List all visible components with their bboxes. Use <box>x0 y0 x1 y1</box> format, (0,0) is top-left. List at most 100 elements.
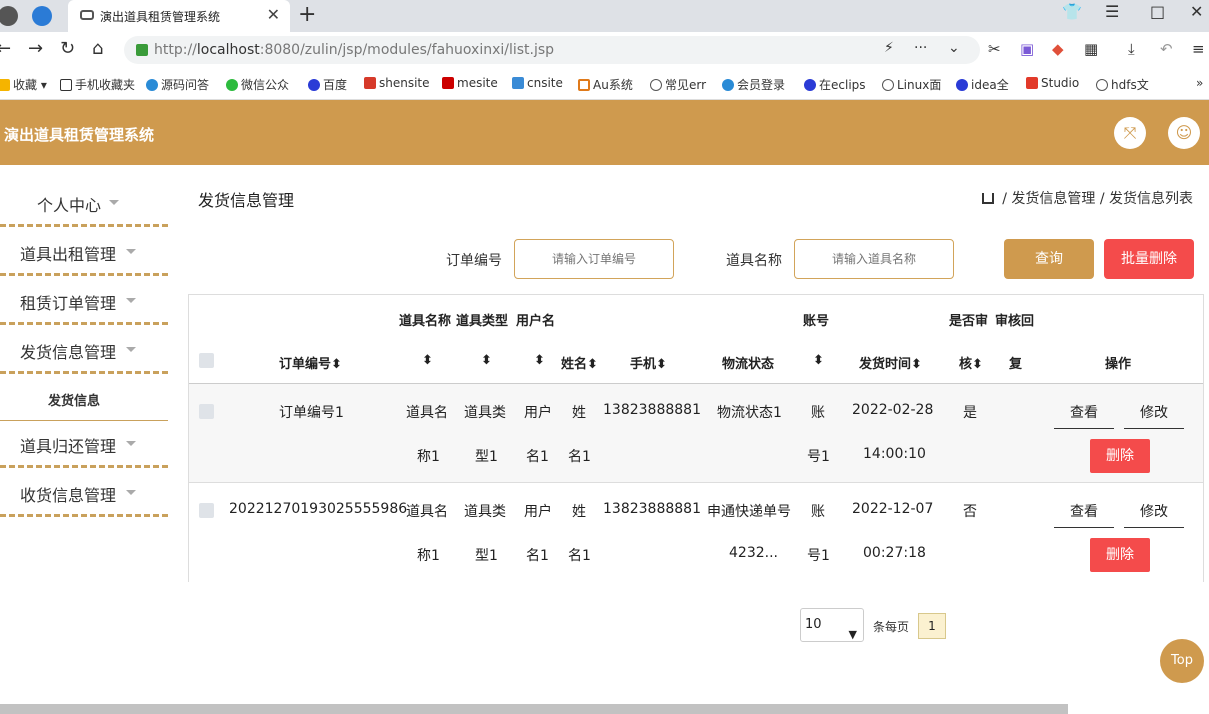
breadcrumb-item[interactable]: 发货信息管理 <box>1011 191 1095 207</box>
header-order-number[interactable]: 订单编号⬍ <box>279 353 342 372</box>
order-number-input[interactable] <box>514 239 674 279</box>
prop-name-input[interactable] <box>794 239 954 279</box>
user-avatar-icon[interactable]: ☺ <box>1168 117 1200 149</box>
bookmark-7[interactable]: cnsite <box>512 76 563 90</box>
more-bookmarks-icon[interactable]: » <box>1196 76 1203 90</box>
sidebar-item-receipt-info[interactable]: 收货信息管理 <box>0 468 168 517</box>
caret-down-icon <box>126 347 136 352</box>
horizontal-scrollbar[interactable] <box>0 704 1068 714</box>
header-is-audit[interactable]: 是否审 <box>949 310 988 329</box>
bookmark-11[interactable]: 在eclips <box>804 76 866 93</box>
url-path: :8080/zulin/jsp/modules/fahuoxinxi/list.… <box>259 42 555 58</box>
edit-button[interactable]: 修改 <box>1124 397 1184 429</box>
bookmark-0[interactable]: 收藏 ▾ <box>0 76 47 93</box>
bookmark-8[interactable]: Au系统 <box>578 76 633 93</box>
bookmark-13[interactable]: idea全 <box>956 76 1009 93</box>
more-icon[interactable]: ··· <box>914 40 927 56</box>
bookmark-12[interactable]: Linux面 <box>882 76 941 93</box>
batch-delete-button[interactable]: 批量删除 <box>1104 239 1194 279</box>
tab-close-icon[interactable]: ✕ <box>267 5 280 24</box>
url-field[interactable]: http://localhost:8080/zulin/jsp/modules/… <box>124 36 980 64</box>
telegram-icon[interactable] <box>32 6 52 26</box>
cell-user: 用户 <box>524 504 552 520</box>
delete-button[interactable]: 删除 <box>1090 538 1150 572</box>
header-name[interactable]: 姓名⬍ <box>561 353 598 372</box>
bookmark-1[interactable]: 手机收藏夹 <box>60 76 135 93</box>
header-phone[interactable]: 手机⬍ <box>630 353 667 372</box>
download-icon[interactable]: ⤓ <box>1128 40 1135 58</box>
bookmark-6[interactable]: mesite <box>442 76 498 90</box>
row-checkbox[interactable] <box>199 404 214 419</box>
select-all-checkbox[interactable] <box>199 353 214 368</box>
sidebar-subitem-shipping-info[interactable]: 发货信息 <box>0 376 168 421</box>
sort-icon[interactable]: ⬍ <box>481 353 492 368</box>
order-number-label: 订单编号 <box>446 253 502 269</box>
forward-icon[interactable]: → <box>28 38 43 59</box>
header-prop-name[interactable]: 道具名称 <box>399 310 451 329</box>
header-reply[interactable]: 复 <box>1009 353 1022 372</box>
apps-icon[interactable]: ▦ <box>1084 40 1098 58</box>
sidebar-item-personal-center[interactable]: 个人中心 <box>0 178 168 227</box>
sort-icon[interactable]: ⬍ <box>422 353 433 368</box>
browser-menu-icon[interactable]: ≡ <box>1192 40 1205 58</box>
window-close-icon[interactable]: ✕ <box>1190 2 1203 21</box>
bookmark-15[interactable]: hdfs文 <box>1096 76 1149 93</box>
caret-down-icon <box>109 200 119 205</box>
view-button[interactable]: 查看 <box>1054 496 1114 528</box>
bookmark-5[interactable]: shensite <box>364 76 430 90</box>
sidebar-item-label: 发货信息管理 <box>20 343 117 362</box>
caret-down-icon <box>126 490 136 495</box>
window-maximize-icon[interactable]: □ <box>1150 2 1165 21</box>
view-button[interactable]: 查看 <box>1054 397 1114 429</box>
sort-icon[interactable]: ⬍ <box>534 353 545 368</box>
globe-icon <box>882 79 894 91</box>
cell-name: 姓 <box>572 504 586 520</box>
header-audit-reply[interactable]: 审核回 <box>995 310 1034 329</box>
edit-button[interactable]: 修改 <box>1124 496 1184 528</box>
header-audit[interactable]: 核⬍ <box>959 353 983 372</box>
chevron-down-icon[interactable]: ⌄ <box>948 40 960 56</box>
query-button[interactable]: 查询 <box>1004 239 1094 279</box>
flash-icon[interactable]: ⚡ <box>884 40 894 56</box>
bookmark-9[interactable]: 常见err <box>650 76 706 93</box>
browser-tab-active[interactable]: 演出道具租赁管理系统 ✕ <box>68 0 290 32</box>
sidebar-item-prop-return[interactable]: 道具归还管理 <box>0 419 168 468</box>
delete-button[interactable]: 删除 <box>1090 439 1150 473</box>
fullscreen-icon[interactable]: ⤧ <box>1114 117 1146 149</box>
browser-profile-icon[interactable] <box>0 6 18 26</box>
header-username[interactable]: 用户名 <box>516 310 555 329</box>
shipping-table: 道具名称 道具类型 用户名 账号 是否审 审核回 订单编号⬍ ⬍ ⬍ ⬍ 姓名⬍… <box>188 294 1204 582</box>
header-account[interactable]: 账号 <box>803 310 829 329</box>
translate-icon[interactable]: ▣ <box>1020 40 1034 58</box>
reload-icon[interactable]: ↻ <box>60 38 75 59</box>
sidebar-item-label: 道具出租管理 <box>20 245 117 264</box>
undo-icon[interactable]: ↶ <box>1160 40 1173 58</box>
bookmark-4[interactable]: 百度 <box>308 76 347 93</box>
header-logistics[interactable]: 物流状态 <box>722 353 774 372</box>
sidebar-item-shipping-info[interactable]: 发货信息管理 <box>0 325 168 374</box>
sidebar-item-rental-orders[interactable]: 租赁订单管理 <box>0 276 168 325</box>
bookmark-2[interactable]: 源码问答 <box>146 76 209 93</box>
back-icon[interactable]: ← <box>0 38 11 59</box>
header-ship-time[interactable]: 发货时间⬍ <box>859 353 922 372</box>
sidebar-item-prop-rental[interactable]: 道具出租管理 <box>0 227 168 276</box>
home-icon[interactable] <box>981 193 994 204</box>
window-menu-icon[interactable]: ☰ <box>1105 2 1119 21</box>
game-icon[interactable]: ◆ <box>1052 40 1064 58</box>
bookmark-10[interactable]: 会员登录 <box>722 76 785 93</box>
shirt-icon[interactable]: 👕 <box>1062 2 1082 21</box>
bookmark-14[interactable]: Studio <box>1026 76 1079 90</box>
home-icon[interactable]: ⌂ <box>92 38 103 59</box>
cell-logistics: 申通快递单号 <box>707 504 791 520</box>
page-number-button[interactable]: 1 <box>918 613 946 639</box>
back-to-top-button[interactable]: Top <box>1160 639 1204 683</box>
page-size-select[interactable]: 10 ▼ <box>800 608 864 642</box>
star-icon <box>0 79 10 91</box>
bookmark-3[interactable]: 微信公众 <box>226 76 289 93</box>
new-tab-icon[interactable]: + <box>298 2 316 27</box>
header-prop-type[interactable]: 道具类型 <box>456 310 508 329</box>
sort-icon[interactable]: ⬍ <box>813 353 824 368</box>
row-checkbox[interactable] <box>199 503 214 518</box>
cell-phone: 13823888881 <box>603 501 701 517</box>
scissors-icon[interactable]: ✂ <box>988 40 1001 58</box>
